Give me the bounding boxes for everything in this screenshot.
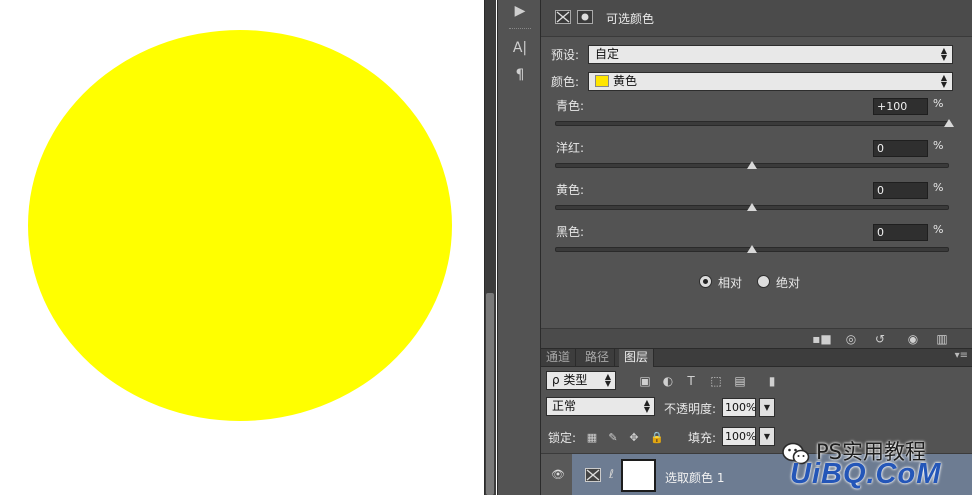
lock-image-icon[interactable]: ✎ — [606, 430, 620, 444]
fill-dropdown-icon[interactable]: ▼ — [759, 427, 775, 446]
relative-label: 相对 — [718, 276, 743, 290]
slider-thumb[interactable] — [747, 245, 757, 253]
slider-thumb[interactable] — [747, 203, 757, 211]
shape-filter-icon[interactable]: ⬚ — [708, 373, 724, 389]
slider-thumb[interactable] — [944, 119, 954, 127]
adjustment-layer-icon — [585, 468, 601, 482]
panel-tabs: 通道 路径 图层 ▾≡ — [541, 349, 972, 367]
layer-mask-thumbnail[interactable] — [621, 459, 656, 492]
color-label: 颜色: — [551, 75, 580, 89]
filter-kind-value: ρ 类型 — [552, 373, 588, 387]
view-previous-icon[interactable]: ◎ — [840, 331, 862, 347]
mask-icon[interactable] — [577, 10, 593, 24]
slider-label: 黄色: — [556, 183, 585, 197]
dock-grip[interactable] — [509, 28, 531, 30]
slider-value-input[interactable]: 0 — [873, 224, 928, 241]
blend-mode-value: 正常 — [552, 399, 577, 413]
select-arrows-icon: ▲ ▼ — [940, 46, 947, 62]
preset-value: 自定 — [595, 47, 620, 61]
relative-radio[interactable] — [699, 275, 712, 288]
smart-object-filter-icon[interactable]: ▤ — [732, 373, 748, 389]
percent-unit: % — [933, 97, 944, 110]
slider-label: 黑色: — [556, 225, 585, 239]
opacity-input[interactable]: 100% — [722, 398, 756, 417]
layer-filter-select[interactable]: ρ 类型 ▲ ▼ — [546, 371, 616, 390]
color-swatch — [595, 75, 609, 87]
lock-position-icon[interactable]: ✥ — [627, 430, 641, 444]
select-arrows-icon: ▲ ▼ — [643, 398, 650, 414]
panel-menu-icon[interactable]: ▾≡ — [955, 350, 968, 361]
document-canvas[interactable] — [0, 0, 484, 495]
preset-select[interactable]: 自定 ▲ ▼ — [588, 45, 953, 64]
adjustment-icon-graphic — [556, 11, 570, 23]
slider-label: 洋红: — [556, 141, 585, 155]
blend-mode-select[interactable]: 正常 ▲ ▼ — [546, 397, 655, 416]
pixel-filter-icon[interactable]: ▣ — [637, 373, 653, 389]
color-value: 黄色 — [613, 74, 638, 88]
fill-label: 填充: — [688, 431, 717, 445]
tab-paths[interactable]: 路径 — [580, 349, 616, 367]
slider-value-input[interactable]: 0 — [873, 140, 928, 157]
reset-icon[interactable]: ↺ — [869, 331, 891, 347]
preset-label: 预设: — [551, 48, 580, 62]
panel-title: 可选颜色 — [606, 12, 655, 26]
adjustment-layer-icon-graphic — [586, 469, 600, 481]
chain-link-icon[interactable]: ℓ — [609, 467, 614, 481]
slider-value-input[interactable]: +100 — [873, 98, 928, 115]
properties-footer: ▪■ ◎ ↺ ◉ ▥ — [541, 328, 972, 348]
lock-label: 锁定: — [548, 431, 577, 445]
properties-header: 可选颜色 — [541, 0, 972, 37]
mask-icon-graphic — [581, 13, 589, 21]
tab-layers[interactable]: 图层 — [619, 349, 655, 367]
properties-panel: 可选颜色 预设: 自定 ▲ ▼ 颜色: 黄色 ▲ ▼ 青色: +100% 洋红: 0% 黄色… — [541, 0, 972, 348]
fill-input[interactable]: 100% — [722, 427, 756, 446]
play-icon[interactable]: ▶ — [508, 0, 532, 22]
visibility-icon[interactable]: ◉ — [902, 331, 924, 347]
layer-name[interactable]: 选取颜色 1 — [665, 469, 724, 486]
filter-toggle-icon[interactable]: ▮ — [764, 373, 780, 389]
adjustment-filter-icon[interactable]: ◐ — [660, 373, 676, 389]
slider-track[interactable] — [555, 121, 949, 126]
absolute-radio[interactable] — [757, 275, 770, 288]
text-tool-icon[interactable]: A| — [508, 37, 532, 59]
percent-unit: % — [933, 223, 944, 236]
panel-dock-strip: ▶ A| ¶ — [497, 0, 541, 495]
lock-all-icon[interactable]: 🔒 — [650, 430, 664, 444]
eye-icon[interactable]: 👁 — [551, 468, 565, 481]
clip-to-layer-icon[interactable]: ▪■ — [811, 331, 833, 347]
watermark-domain: UiBQ.CoM — [790, 458, 942, 490]
type-filter-icon[interactable]: T — [683, 373, 699, 389]
paragraph-icon[interactable]: ¶ — [508, 64, 532, 86]
select-arrows-icon: ▲ ▼ — [604, 372, 611, 388]
slider-value-input[interactable]: 0 — [873, 182, 928, 199]
delete-icon[interactable]: ▥ — [931, 331, 953, 347]
lock-transparent-icon[interactable]: ▦ — [585, 430, 599, 444]
adjustment-icon[interactable] — [555, 10, 571, 24]
percent-unit: % — [933, 181, 944, 194]
yellow-circle-shape — [28, 30, 452, 421]
percent-unit: % — [933, 139, 944, 152]
tab-channels[interactable]: 通道 — [541, 349, 577, 367]
opacity-label: 不透明度: — [664, 402, 717, 416]
color-select[interactable]: 黄色 ▲ ▼ — [588, 72, 953, 91]
watermark: PS实用教程 UiBQ.CoM — [782, 436, 972, 495]
slider-label: 青色: — [556, 99, 585, 113]
slider-thumb[interactable] — [747, 161, 757, 169]
select-arrows-icon: ▲ ▼ — [940, 73, 947, 89]
opacity-dropdown-icon[interactable]: ▼ — [759, 398, 775, 417]
scrollbar-thumb[interactable] — [486, 293, 494, 495]
absolute-label: 绝对 — [776, 276, 801, 290]
